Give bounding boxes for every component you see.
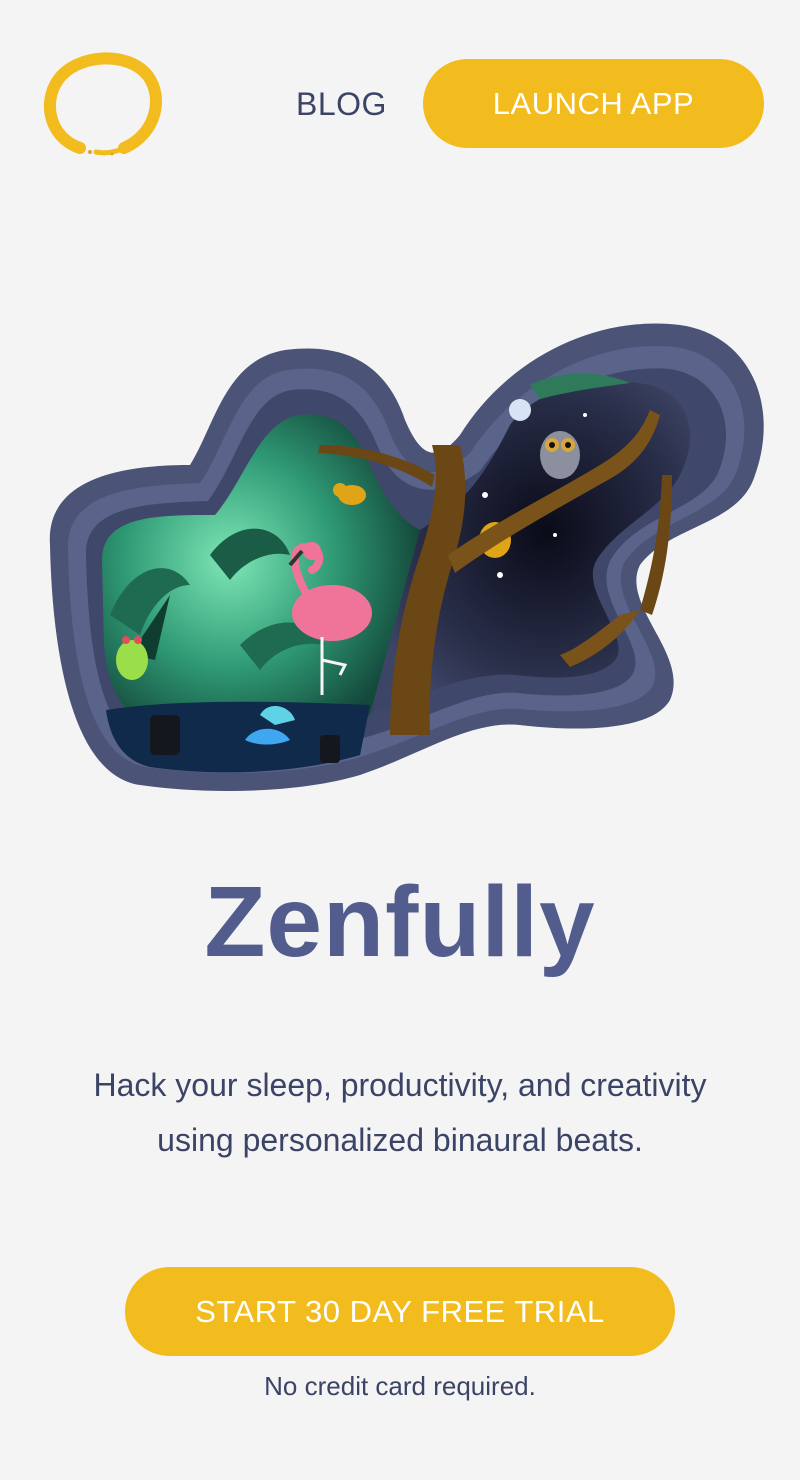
nav-blog-link[interactable]: BLOG (296, 82, 387, 126)
water-scene (106, 701, 370, 773)
no-credit-card-note: No credit card required. (264, 1371, 536, 1401)
hero-illustration (49, 323, 764, 791)
tagline: Hack your sleep, productivity, and creat… (93, 1067, 707, 1158)
enso-logo-icon[interactable] (40, 48, 164, 160)
app-title: Zenfully (204, 866, 596, 978)
launch-app-button[interactable]: LAUNCH APP (423, 59, 764, 148)
start-trial-button[interactable]: START 30 DAY FREE TRIAL (125, 1267, 675, 1356)
